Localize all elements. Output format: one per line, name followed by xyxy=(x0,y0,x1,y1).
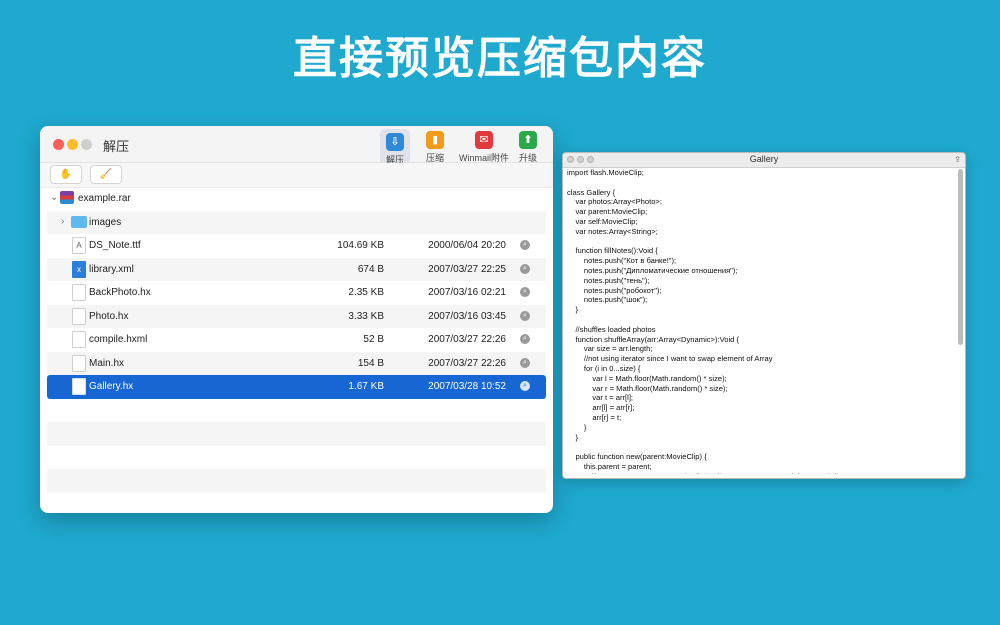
file-name: Main.hx xyxy=(89,357,125,369)
winmail-icon: ✉ xyxy=(475,131,493,149)
folder-name: images xyxy=(89,216,122,228)
zoom-button[interactable] xyxy=(81,139,92,150)
archive-window: 解压 ⇩ 解压 ▮ 压缩 ✉ Winmail附件 ⬆ 升级 ✋ 🧹 ⌄ exam… xyxy=(40,126,553,513)
hand-icon: ✋ xyxy=(59,169,73,180)
table-row[interactable]: A DS_Note.ttf 104.69 KB 2000/06/04 20:20… xyxy=(47,234,546,258)
minimize-button[interactable] xyxy=(67,139,78,150)
document-icon xyxy=(72,307,86,325)
xml-file-icon: x xyxy=(72,260,86,278)
window-title: 解压 xyxy=(103,139,130,154)
broom-icon: 🧹 xyxy=(99,169,113,180)
preview-window: Gallery ⇪ import flash.MovieClip; class … xyxy=(562,152,966,479)
preview-title: Gallery xyxy=(749,154,779,164)
file-date: 2007/03/28 10:52 xyxy=(428,381,506,392)
file-date: 2000/06/04 20:20 xyxy=(428,240,506,251)
preview-icon[interactable]: ⌕ xyxy=(520,357,530,368)
document-icon xyxy=(72,331,86,348)
preview-icon[interactable]: ⌕ xyxy=(520,310,530,321)
empty-row xyxy=(47,446,546,470)
file-name: Photo.hx xyxy=(89,310,129,322)
toolbar-compress-button[interactable]: ▮ 压缩 xyxy=(426,129,444,164)
preview-icon[interactable]: ⌕ xyxy=(520,263,530,274)
compress-icon: ▮ xyxy=(426,131,444,149)
document-icon xyxy=(72,354,86,372)
file-name: Gallery.hx xyxy=(89,381,134,392)
toolbar-upgrade-button[interactable]: ⬆ 升级 xyxy=(519,129,537,164)
table-row[interactable]: compile.hxml 52 B 2007/03/27 22:26 ⌕ xyxy=(47,328,546,352)
file-size: 2.35 KB xyxy=(348,287,384,298)
title-bar: 解压 ⇩ 解压 ▮ 压缩 ✉ Winmail附件 ⬆ 升级 xyxy=(40,126,553,168)
document-icon xyxy=(72,378,86,395)
file-date: 2007/03/16 03:45 xyxy=(428,310,506,322)
preview-icon[interactable]: ⌕ xyxy=(520,240,530,250)
code-content[interactable]: import flash.MovieClip; class Gallery { … xyxy=(567,168,953,474)
share-icon[interactable]: ⇪ xyxy=(954,155,961,164)
empty-row xyxy=(47,469,546,493)
font-file-icon: A xyxy=(72,237,86,254)
archive-name: example.rar xyxy=(78,193,131,204)
file-name: BackPhoto.hx xyxy=(89,287,151,298)
file-size: 3.33 KB xyxy=(348,310,384,322)
clean-button[interactable]: 🧹 xyxy=(90,165,122,184)
preview-icon[interactable]: ⌕ xyxy=(520,287,530,297)
table-row[interactable]: Photo.hx 3.33 KB 2007/03/16 03:45 ⌕ xyxy=(47,304,546,328)
extract-selected-button[interactable]: ✋ xyxy=(50,165,82,184)
toolbar-winmail-button[interactable]: ✉ Winmail附件 xyxy=(459,129,509,164)
file-size: 154 B xyxy=(357,357,384,369)
chevron-down-icon[interactable]: ⌄ xyxy=(50,192,58,203)
file-name: compile.hxml xyxy=(89,334,148,345)
empty-row xyxy=(47,493,546,514)
preview-title-bar: Gallery ⇪ xyxy=(563,153,965,168)
preview-icon[interactable]: ⌕ xyxy=(520,334,530,344)
upgrade-icon: ⬆ xyxy=(519,131,537,149)
file-date: 2007/03/16 02:21 xyxy=(428,287,506,298)
headline: 直接预览压缩包内容 xyxy=(293,33,707,84)
file-size: 1.67 KB xyxy=(348,381,384,392)
file-name: DS_Note.ttf xyxy=(89,240,141,251)
secondary-toolbar: ✋ 🧹 xyxy=(40,163,553,188)
preview-icon[interactable]: ⌕ xyxy=(520,381,530,391)
folder-icon xyxy=(71,215,87,228)
table-row[interactable]: x library.xml 674 B 2007/03/27 22:25 ⌕ xyxy=(47,257,546,281)
file-list: ⌄ example.rar › images A DS_Note.ttf 104… xyxy=(47,187,546,513)
table-row[interactable]: Main.hx 154 B 2007/03/27 22:26 ⌕ xyxy=(47,351,546,375)
file-size: 104.69 KB xyxy=(337,240,384,251)
file-date: 2007/03/27 22:25 xyxy=(428,263,506,275)
archive-row[interactable]: ⌄ example.rar xyxy=(47,187,546,211)
file-size: 52 B xyxy=(363,334,384,345)
file-size: 674 B xyxy=(357,263,384,275)
file-name: library.xml xyxy=(89,263,134,275)
close-button[interactable] xyxy=(53,139,64,150)
document-icon xyxy=(72,284,86,301)
rar-archive-icon xyxy=(60,191,74,204)
folder-row[interactable]: › images xyxy=(47,210,546,234)
table-row-selected[interactable]: Gallery.hx 1.67 KB 2007/03/28 10:52 ⌕ xyxy=(47,375,546,399)
empty-row xyxy=(47,399,546,423)
vertical-scrollbar[interactable] xyxy=(958,169,963,345)
file-date: 2007/03/27 22:26 xyxy=(428,357,506,369)
empty-row xyxy=(47,422,546,446)
unzip-icon: ⇩ xyxy=(386,133,404,151)
file-date: 2007/03/27 22:26 xyxy=(428,334,506,345)
table-row[interactable]: BackPhoto.hx 2.35 KB 2007/03/16 02:21 ⌕ xyxy=(47,281,546,305)
chevron-right-icon[interactable]: › xyxy=(61,216,64,227)
